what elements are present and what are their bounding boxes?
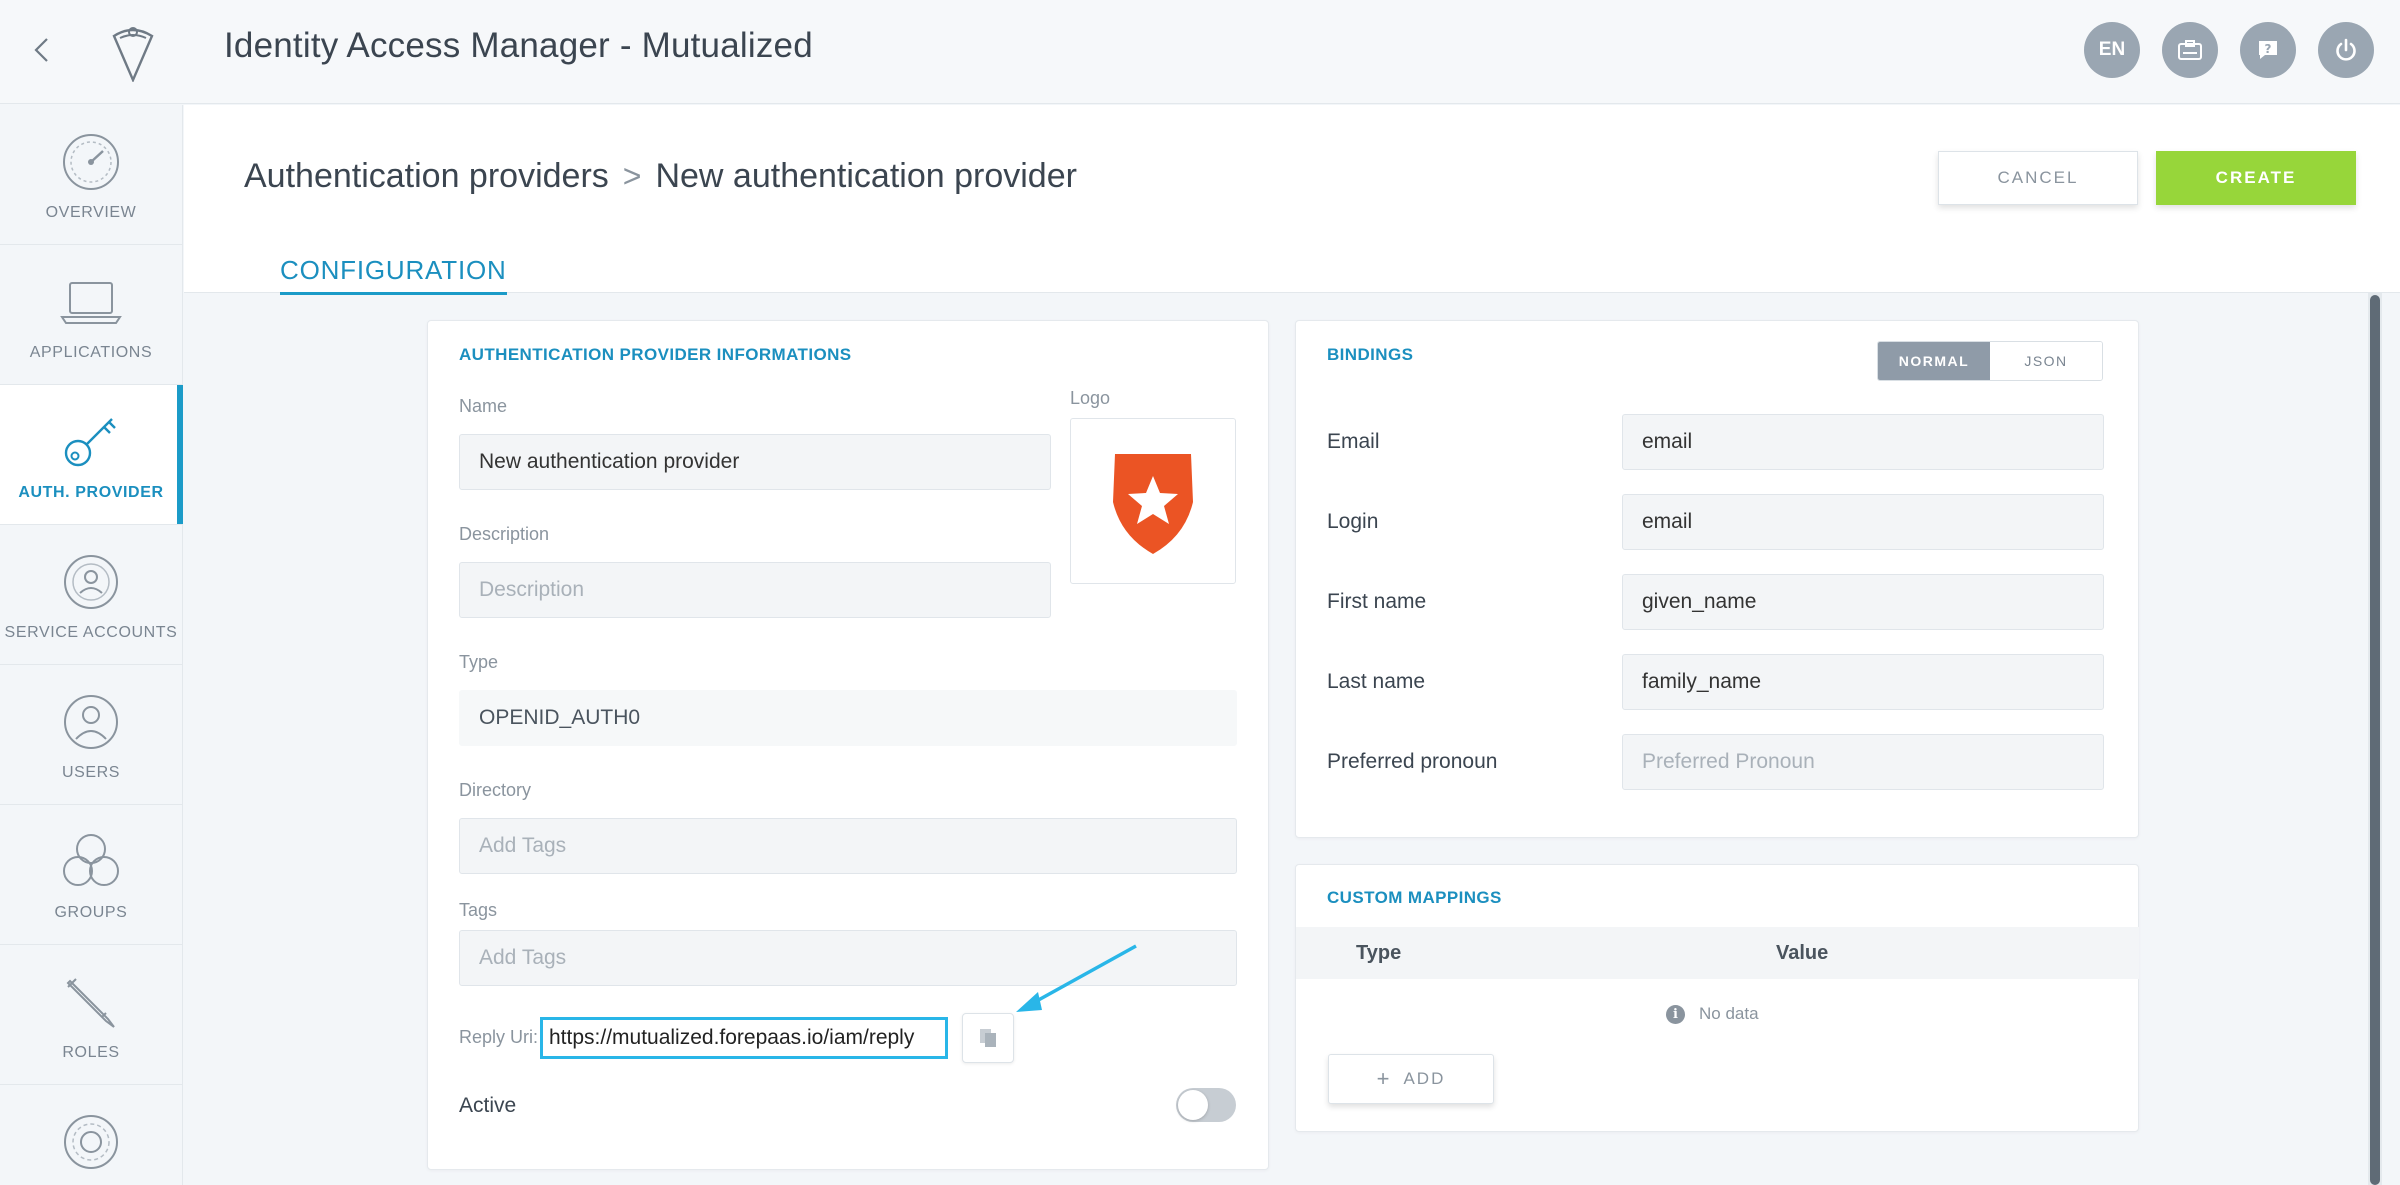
binding-login-label: Login xyxy=(1327,510,1379,533)
sidebar-item-label: APPLICATIONS xyxy=(29,344,153,361)
sidebar-item-label: OVERVIEW xyxy=(45,204,137,221)
binding-pronoun-input[interactable]: Preferred Pronoun xyxy=(1622,734,2104,790)
reply-uri-label: Reply Uri: xyxy=(459,1027,539,1047)
binding-first-name-input[interactable]: given_name xyxy=(1622,574,2104,630)
group-icon xyxy=(63,834,119,886)
toggle-knob xyxy=(1178,1090,1208,1120)
add-mapping-button[interactable]: + ADD xyxy=(1328,1054,1494,1104)
name-input[interactable]: New authentication provider xyxy=(459,434,1051,490)
sidebar-item-roles[interactable]: ROLES xyxy=(0,945,182,1085)
directory-label: Directory xyxy=(459,780,532,800)
auth0-logo-icon xyxy=(1113,454,1193,554)
binding-email-label: Email xyxy=(1327,430,1380,453)
reply-uri-value[interactable]: https://mutualized.forepaas.io/iam/reply xyxy=(540,1017,948,1059)
sidebar-item-label: ROLES xyxy=(62,1044,120,1061)
binding-last-name-label: Last name xyxy=(1327,670,1426,693)
sidebar-item-label: USERS xyxy=(61,764,121,781)
help-chat-icon: ? xyxy=(2259,41,2277,59)
binding-pronoun-label: Preferred pronoun xyxy=(1327,750,1498,773)
pencil-icon xyxy=(66,978,115,1028)
add-label: ADD xyxy=(1403,1069,1446,1088)
svg-text:?: ? xyxy=(2265,42,2272,56)
gear-icon xyxy=(64,1115,118,1169)
breadcrumb-parent-link[interactable]: Authentication providers xyxy=(244,157,609,196)
logo-upload[interactable] xyxy=(1070,418,1236,584)
cancel-button[interactable]: CANCEL xyxy=(1938,151,2138,205)
directory-tags-input[interactable]: Add Tags xyxy=(459,818,1237,874)
sidebar-item-auth-provider[interactable]: AUTH. PROVIDER xyxy=(0,385,183,525)
language-button[interactable]: EN xyxy=(2084,22,2140,78)
plus-icon: + xyxy=(1376,1066,1392,1091)
sidebar-item-applications[interactable]: APPLICATIONS xyxy=(0,245,182,385)
user-icon xyxy=(64,695,118,749)
power-icon xyxy=(2336,38,2356,61)
info-icon: i xyxy=(1666,1004,1685,1024)
breadcrumb-current: New authentication provider xyxy=(655,157,1077,195)
sidebar-item-service-accounts[interactable]: SERVICE ACCOUNTS xyxy=(0,525,182,665)
description-label: Description xyxy=(459,524,550,544)
type-label: Type xyxy=(459,652,499,672)
binding-login-input[interactable]: email xyxy=(1622,494,2104,550)
custom-mappings-title: CUSTOM MAPPINGS xyxy=(1327,888,1502,907)
sidebar-item-label: GROUPS xyxy=(54,904,128,921)
mode-json-button[interactable]: JSON xyxy=(1990,342,2102,380)
profile-card-button[interactable] xyxy=(2162,22,2218,78)
type-value: OPENID_AUTH0 xyxy=(459,690,1237,746)
annotation-arrow-icon xyxy=(1016,944,1137,1012)
active-toggle[interactable] xyxy=(1176,1088,1236,1122)
tags-label: Tags xyxy=(459,900,498,920)
laptop-icon xyxy=(60,282,122,324)
binding-first-name-label: First name xyxy=(1327,590,1427,613)
empty-state: i No data xyxy=(1666,1004,1759,1024)
sidebar-item-users[interactable]: USERS xyxy=(0,665,182,805)
sidebar-item-settings[interactable] xyxy=(0,1085,182,1185)
help-button[interactable]: ? xyxy=(2240,22,2296,78)
chevron-left-icon xyxy=(34,38,48,62)
provider-info-title: AUTHENTICATION PROVIDER INFORMATIONS xyxy=(459,345,852,364)
active-label: Active xyxy=(459,1094,517,1117)
column-type: Type xyxy=(1356,942,1402,964)
key-icon xyxy=(64,418,116,467)
binding-mode-switch: NORMAL JSON xyxy=(1877,341,2103,381)
sidebar-item-overview[interactable]: OVERVIEW xyxy=(0,105,182,245)
empty-state-text: No data xyxy=(1699,1004,1759,1023)
top-bar: Identity Access Manager - Mutualized EN … xyxy=(0,0,2400,104)
chevron-right-icon: > xyxy=(622,158,642,194)
top-actions: EN ? xyxy=(2084,22,2374,78)
logout-button[interactable] xyxy=(2318,22,2374,78)
tab-configuration[interactable]: CONFIGURATION xyxy=(280,255,507,295)
copy-button[interactable] xyxy=(962,1013,1014,1063)
sidebar-item-label: AUTH. PROVIDER xyxy=(18,484,164,501)
sidebar-item-groups[interactable]: GROUPS xyxy=(0,805,182,945)
mode-normal-button[interactable]: NORMAL xyxy=(1878,342,1990,380)
binding-email-input[interactable]: email xyxy=(1622,414,2104,470)
copy-icon xyxy=(980,1029,996,1047)
breadcrumb: Authentication providers > New authentic… xyxy=(244,157,1077,196)
scrollbar-thumb[interactable] xyxy=(2370,295,2380,1185)
create-button[interactable]: CREATE xyxy=(2156,151,2356,205)
sidebar: OVERVIEW APPLICATIONS AUTH. PROVIDER SER… xyxy=(0,105,183,1185)
service-accounts-icon xyxy=(64,555,118,609)
page-header: Authentication providers > New authentic… xyxy=(184,105,2400,295)
gauge-icon xyxy=(63,134,119,190)
bindings-title: BINDINGS xyxy=(1327,345,1414,364)
mappings-table-header: Type Value xyxy=(1296,927,2139,979)
app-title: Identity Access Manager - Mutualized xyxy=(224,26,813,65)
name-label: Name xyxy=(459,396,508,416)
description-input[interactable]: Description xyxy=(459,562,1051,618)
binding-last-name-input[interactable]: family_name xyxy=(1622,654,2104,710)
sidebar-item-label: SERVICE ACCOUNTS xyxy=(4,624,178,641)
app-logo-icon xyxy=(112,27,154,82)
id-card-icon xyxy=(2178,40,2202,60)
logo-label: Logo xyxy=(1070,388,1111,408)
back-button[interactable] xyxy=(22,30,62,70)
column-value: Value xyxy=(1776,942,1829,964)
